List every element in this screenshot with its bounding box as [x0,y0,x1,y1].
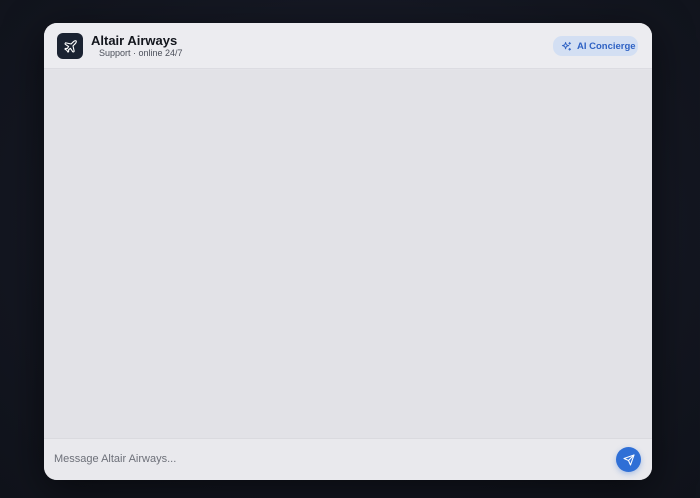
airline-logo [57,33,83,59]
chat-title: Altair Airways [91,33,178,48]
chat-subtitle: Support · online 24/7 [99,48,183,58]
chat-window: Altair Airways Support · online 24/7 AI … [44,23,652,480]
sparkles-icon [561,41,572,51]
message-area[interactable] [44,70,652,438]
badge-label: AI Concierge [577,40,636,52]
ai-concierge-badge[interactable]: AI Concierge [553,36,638,56]
send-icon [622,453,635,466]
airplane-icon [63,39,77,53]
send-button[interactable] [616,447,641,472]
chat-header: Altair Airways Support · online 24/7 AI … [44,23,652,69]
composer-bar [44,438,652,480]
message-input[interactable] [54,447,610,471]
